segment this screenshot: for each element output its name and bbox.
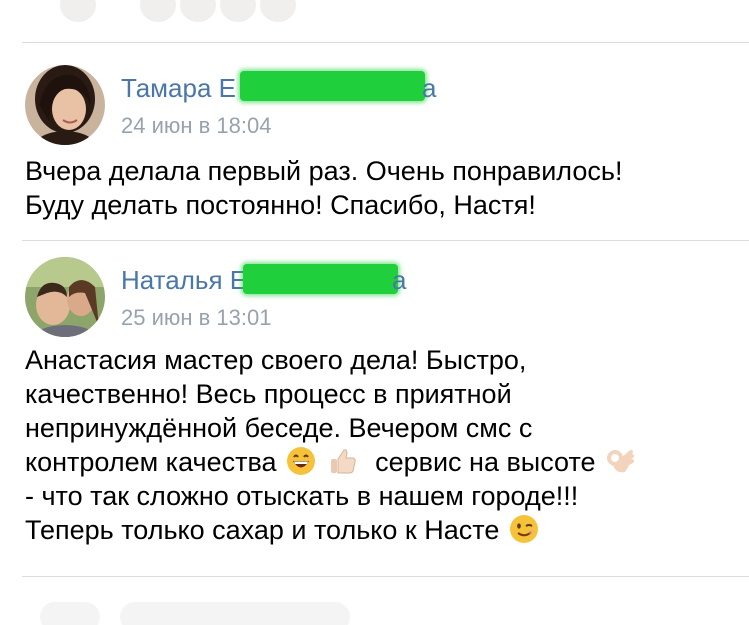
comment-divider (22, 42, 749, 43)
ok-hand-emoji (605, 446, 635, 476)
avatar[interactable] (25, 65, 105, 145)
redaction-mark (240, 71, 425, 101)
author-name-tail: а (422, 73, 437, 103)
author-name[interactable]: Тамара Е (121, 73, 236, 103)
previous-comment-fragment (20, 0, 320, 28)
comment-text-line: контролем качества сервис на высоте (25, 445, 740, 479)
avatar[interactable] (25, 257, 105, 337)
faded-emoji (60, 0, 96, 22)
author-name-tail: а (392, 265, 407, 295)
faded-emoji (260, 0, 296, 22)
faded-emoji (220, 0, 256, 22)
comment-date[interactable]: 25 июн в 13:01 (121, 305, 272, 331)
comment-text-line: Буду делать постоянно! Спасибо, Настя! (25, 190, 536, 220)
comment-text: Анастасия мастер своего дела! Быстро, ка… (25, 343, 740, 547)
grinning-face-emoji (286, 446, 316, 476)
comment-date[interactable]: 24 июн в 18:04 (121, 113, 272, 139)
next-comment-fragment (20, 598, 350, 625)
comment-text-line: Теперь только сахар и только к Насте (25, 513, 740, 547)
thumbs-up-emoji (328, 446, 358, 476)
text-fragment: сервис на высоте (375, 447, 596, 477)
comment-author[interactable]: Наталья Е (121, 265, 247, 296)
comment-text: Вчера делала первый раз. Очень понравило… (25, 154, 740, 222)
redaction-mark (243, 264, 398, 294)
text-fragment: контролем качества (25, 447, 277, 477)
comment-divider (22, 576, 749, 577)
author-name[interactable]: Наталья Е (121, 265, 247, 295)
faded-emoji (180, 0, 216, 22)
winking-face-emoji (509, 514, 539, 544)
comment-text-line: - что так сложно отыскать в нашем городе… (25, 481, 579, 511)
text-fragment: Теперь только сахар и только к Насте (25, 515, 500, 545)
comment-author[interactable]: Тамара Е (121, 73, 236, 104)
comment-text-line: Вчера делала первый раз. Очень понравило… (25, 156, 623, 186)
comment-text-line: Анастасия мастер своего дела! Быстро, (25, 345, 527, 375)
faded-author (120, 602, 350, 625)
faded-emoji (140, 0, 176, 22)
faded-avatar (40, 602, 100, 625)
comment-text-line: непринуждённой беседе. Вечером смс с (25, 413, 533, 443)
comment-divider (22, 240, 749, 241)
comment-text-line: качественно! Весь процесс в приятной (25, 379, 512, 409)
